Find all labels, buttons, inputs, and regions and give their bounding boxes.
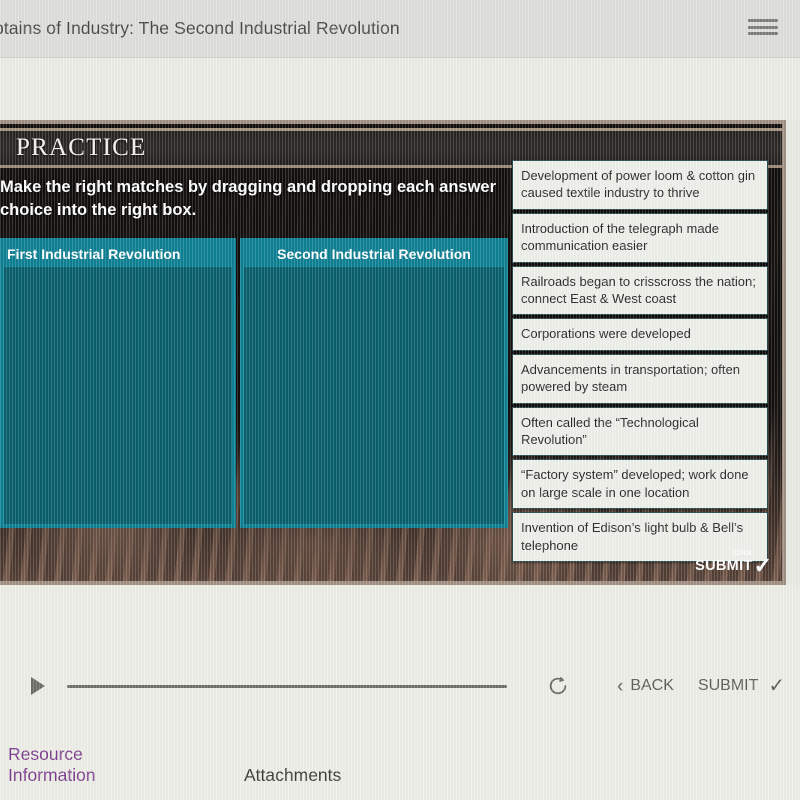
answer-choice-card[interactable]: “Factory system” developed; work done on… <box>512 459 768 510</box>
answer-choice-card[interactable]: Introduction of the telegraph made commu… <box>512 212 768 263</box>
resource-link-line1: Resource <box>8 744 83 764</box>
answer-choice-card[interactable]: Railroads began to crisscross the nation… <box>512 265 768 316</box>
hamburger-line <box>748 32 778 35</box>
app-screen: ptains of Industry: The Second Industria… <box>0 0 800 800</box>
resource-link-line2: Information <box>8 765 96 786</box>
slide-submit-label: SUBMIT <box>695 557 753 574</box>
dropzone-drop-area[interactable] <box>3 266 233 525</box>
resource-information-link[interactable]: Resource Information <box>8 744 128 787</box>
header-slide-gap <box>0 58 800 120</box>
app-header: ptains of Industry: The Second Industria… <box>0 0 800 58</box>
slide-submit-button[interactable]: Click SUBMIT ✓ <box>695 547 772 579</box>
attachments-link[interactable]: Attachments <box>244 765 341 786</box>
dropzone-label: First Industrial Revolution <box>7 245 181 262</box>
dropzone-label: Second Industrial Revolution <box>277 245 471 262</box>
submit-button[interactable]: SUBMIT ✓ <box>698 676 785 696</box>
dropzone-second-industrial-revolution[interactable]: Second Industrial Revolution <box>240 238 508 528</box>
answer-choice-card[interactable]: Corporations were developed <box>512 318 768 351</box>
check-icon: ✓ <box>768 675 786 697</box>
answer-choice-card[interactable]: Advancements in transportation; often po… <box>512 353 768 404</box>
dropzone-container: First Industrial Revolution Second Indus… <box>0 238 508 528</box>
hamburger-line <box>748 25 778 29</box>
answer-choice-card[interactable]: Often called the “Technological Revoluti… <box>512 406 768 457</box>
chevron-left-icon: ‹ <box>617 675 624 697</box>
footer-links: Resource Information Attachments <box>0 736 800 800</box>
back-button[interactable]: ‹ BACK <box>617 677 674 696</box>
play-icon[interactable] <box>31 677 45 695</box>
hamburger-menu-icon[interactable] <box>748 16 778 38</box>
back-button-label: BACK <box>630 677 674 694</box>
answer-choice-list: Development of power loom & cotton gin c… <box>512 160 768 563</box>
practice-banner-label: PRACTICE <box>16 134 147 161</box>
progress-slider[interactable] <box>67 684 507 688</box>
instructions-text: Make the right matches by dragging and d… <box>0 178 497 219</box>
slide-submit-click-label: Click <box>733 547 752 557</box>
lesson-slide: PRACTICE Make the right matches by dragg… <box>0 120 786 585</box>
check-icon: ✓ <box>753 553 772 579</box>
answer-choice-card[interactable]: Development of power loom & cotton gin c… <box>512 160 768 210</box>
slide-submit-row: SUBMIT ✓ <box>695 553 772 579</box>
playback-toolbar: ‹ BACK SUBMIT ✓ <box>0 660 800 712</box>
submit-button-label: SUBMIT <box>697 677 759 694</box>
hamburger-line <box>748 19 778 22</box>
page-title: ptains of Industry: The Second Industria… <box>0 18 400 38</box>
refresh-icon[interactable] <box>547 675 569 697</box>
dropzone-first-industrial-revolution[interactable]: First Industrial Revolution <box>0 238 236 528</box>
dropzone-drop-area[interactable] <box>243 266 505 525</box>
